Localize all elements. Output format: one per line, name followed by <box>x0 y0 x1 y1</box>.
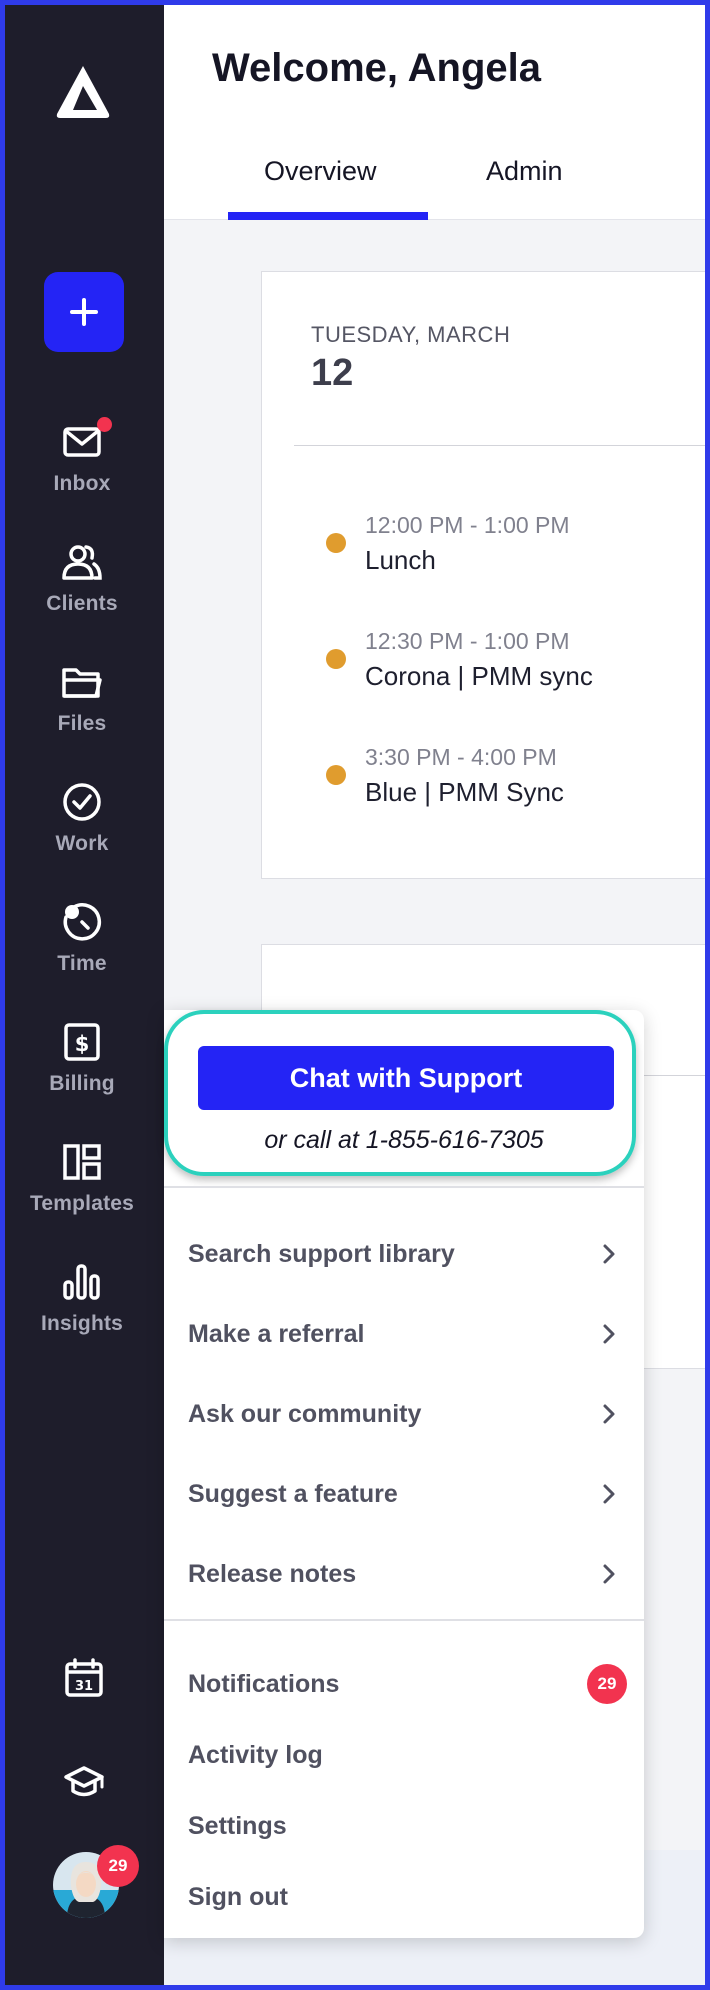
tab-admin[interactable]: Admin <box>486 156 563 187</box>
dollar-doc-icon: $ <box>64 1023 100 1061</box>
sidebar-item-label: Insights <box>40 1312 124 1335</box>
check-circle-icon <box>63 783 101 821</box>
sidebar-item-label: Inbox <box>53 472 111 495</box>
menu-item-search-support-library[interactable]: Search support library <box>188 1228 620 1280</box>
inbox-notification-dot <box>97 417 112 432</box>
bar-chart-icon <box>63 1264 100 1300</box>
sidebar-item-insights[interactable]: Insights <box>0 1260 164 1336</box>
sidebar-item-time[interactable]: Time <box>0 900 164 976</box>
event-name: Blue | PMM Sync <box>365 777 564 807</box>
sidebar-item-label: Clients <box>46 592 118 615</box>
sidebar-item-label: Time <box>57 952 107 975</box>
menu-item-sign-out[interactable]: Sign out <box>188 1871 620 1923</box>
app-logo[interactable] <box>53 62 113 122</box>
calendar-day-text: 31 <box>75 1679 93 1694</box>
menu-item-label: Release notes <box>188 1559 357 1588</box>
menu-item-label: Search support library <box>188 1239 455 1268</box>
event-dot <box>326 649 346 669</box>
sidebar-item-templates[interactable]: Templates <box>0 1140 164 1216</box>
card-divider <box>294 445 710 446</box>
menu-item-label: Settings <box>188 1811 287 1840</box>
menu-item-label: Ask our community <box>188 1399 422 1428</box>
new-button[interactable] <box>44 272 124 352</box>
chevron-right-icon <box>603 1244 615 1264</box>
menu-item-make-a-referral[interactable]: Make a referral <box>188 1308 620 1360</box>
chat-with-support-button[interactable]: Chat with Support <box>198 1046 614 1110</box>
avatar-notification-badge: 29 <box>97 1845 139 1887</box>
menu-item-label: Notifications <box>188 1669 340 1698</box>
menu-item-suggest-a-feature[interactable]: Suggest a feature <box>188 1468 620 1520</box>
support-menu: Chat with Support or call at 1-855-616-7… <box>164 1010 644 1938</box>
templates-icon <box>63 1144 101 1180</box>
menu-item-notifications[interactable]: Notifications 29 <box>188 1658 627 1710</box>
menu-item-label: Suggest a feature <box>188 1479 398 1508</box>
menu-item-settings[interactable]: Settings <box>188 1800 620 1852</box>
event-time: 3:30 PM - 4:00 PM <box>365 744 557 770</box>
menu-item-label: Activity log <box>188 1740 323 1769</box>
menu-item-ask-our-community[interactable]: Ask our community <box>188 1388 620 1440</box>
sidebar-item-label: Templates <box>29 1192 135 1215</box>
menu-divider <box>164 1619 644 1621</box>
plus-icon <box>70 298 98 326</box>
graduation-cap-icon[interactable] <box>62 1760 106 1804</box>
sidebar-item-files[interactable]: Files <box>0 660 164 736</box>
folder-icon <box>62 668 102 698</box>
event-time: 12:30 PM - 1:00 PM <box>365 628 570 654</box>
calendar-card: TUESDAY, MARCH 12 12:00 PM - 1:00 PM Lun… <box>261 271 710 879</box>
event-name: Lunch <box>365 545 436 575</box>
clock-icon <box>63 903 101 941</box>
chevron-right-icon <box>603 1324 615 1344</box>
page-header: Welcome, Angela Overview Admin <box>164 0 710 220</box>
sidebar-item-billing[interactable]: $ Billing <box>0 1020 164 1096</box>
menu-item-label: Sign out <box>188 1882 288 1911</box>
sidebar: Inbox Clients Files Work Time $ Billing … <box>0 0 164 1990</box>
sidebar-item-clients[interactable]: Clients <box>0 540 164 616</box>
calendar-icon[interactable]: 31 <box>62 1656 106 1700</box>
sidebar-item-inbox[interactable]: Inbox <box>0 420 164 496</box>
event-dot <box>326 765 346 785</box>
users-icon <box>62 545 102 580</box>
menu-divider <box>164 1186 644 1188</box>
chevron-right-icon <box>603 1484 615 1504</box>
notifications-count-badge: 29 <box>587 1664 627 1704</box>
sidebar-item-work[interactable]: Work <box>0 780 164 856</box>
event-time: 12:00 PM - 1:00 PM <box>365 512 570 538</box>
menu-item-release-notes[interactable]: Release notes <box>188 1548 620 1600</box>
event-dot <box>326 533 346 553</box>
active-tab-indicator <box>228 212 428 220</box>
tab-overview[interactable]: Overview <box>264 156 377 187</box>
support-highlight-box: Chat with Support or call at 1-855-616-7… <box>164 1010 636 1176</box>
sidebar-item-label: Billing <box>49 1072 115 1095</box>
chevron-right-icon <box>603 1564 615 1584</box>
menu-item-label: Make a referral <box>188 1319 365 1348</box>
svg-text:$: $ <box>75 1032 90 1056</box>
support-phone-text: or call at 1-855-616-7305 <box>264 1126 544 1154</box>
chevron-right-icon <box>603 1404 615 1424</box>
event-name: Corona | PMM sync <box>365 661 593 691</box>
sidebar-item-label: Work <box>55 832 109 855</box>
page-title: Welcome, Angela <box>212 46 541 90</box>
menu-item-activity-log[interactable]: Activity log <box>188 1729 620 1781</box>
day-label: TUESDAY, MARCH <box>311 322 511 347</box>
day-number: 12 <box>311 352 354 394</box>
sidebar-item-label: Files <box>57 712 107 735</box>
